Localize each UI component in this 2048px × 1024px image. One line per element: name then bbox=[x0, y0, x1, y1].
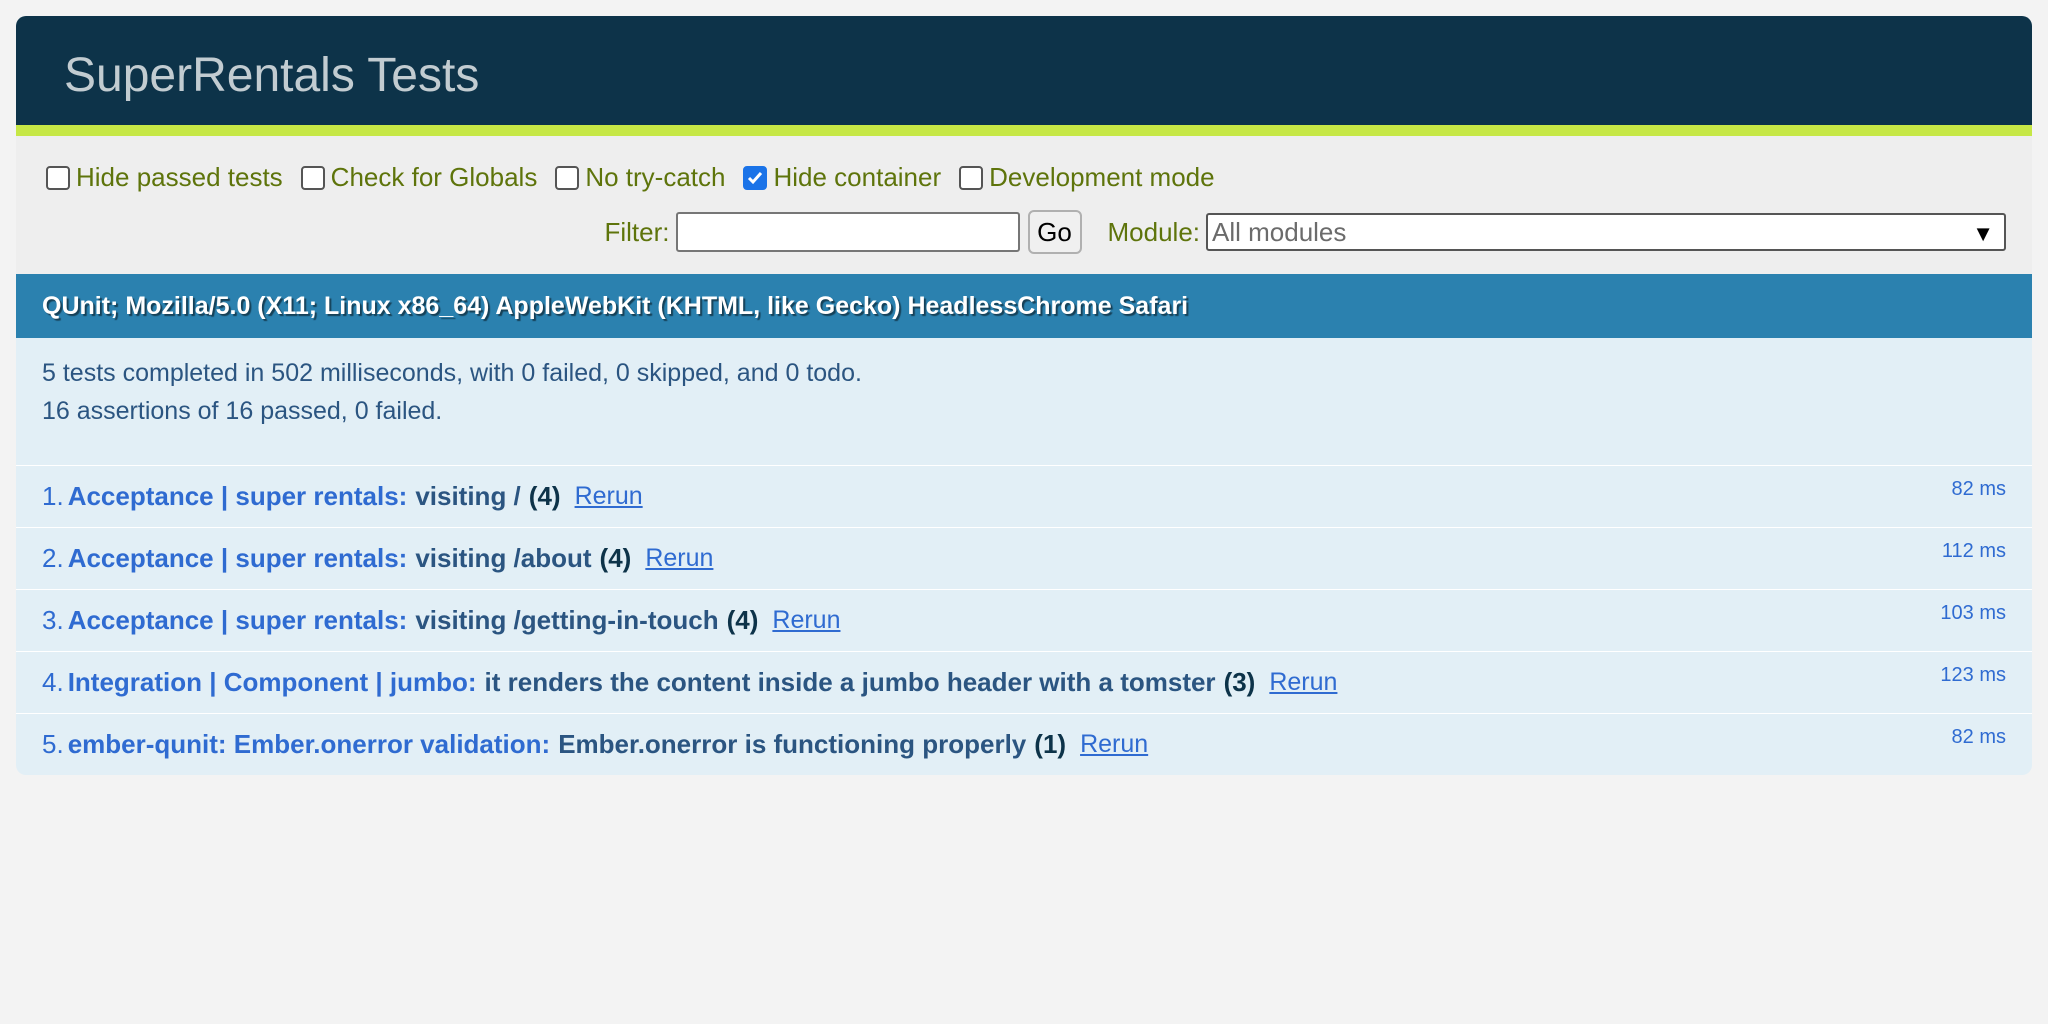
filter-input[interactable] bbox=[675, 212, 1020, 252]
test-assertion-count: (4) bbox=[726, 605, 759, 635]
option-hide-passed[interactable]: Hide passed tests bbox=[46, 162, 283, 193]
module-select[interactable]: All modules ▼ bbox=[1206, 213, 2006, 251]
test-summary: 5 tests completed in 502 milliseconds, w… bbox=[16, 338, 2032, 466]
test-row[interactable]: 3. Acceptance | super rentals: visiting … bbox=[16, 590, 2032, 652]
test-results-list: 1. Acceptance | super rentals: visiting … bbox=[16, 466, 2032, 775]
dropdown-arrow-icon: ▼ bbox=[1972, 221, 1994, 246]
filter-row: Filter: Go Module: All modules ▼ bbox=[604, 210, 2006, 254]
test-name[interactable]: visiting /getting-in-touch bbox=[415, 605, 718, 636]
test-row[interactable]: 1. Acceptance | super rentals: visiting … bbox=[16, 466, 2032, 528]
test-runtime: 82 ms bbox=[1951, 726, 2006, 748]
rerun-link[interactable]: Rerun bbox=[772, 606, 840, 635]
test-name[interactable]: visiting / bbox=[415, 481, 520, 512]
test-name[interactable]: Ember.onerror is functioning properly bbox=[558, 729, 1026, 760]
test-number: 5. bbox=[42, 729, 64, 759]
test-name[interactable]: it renders the content inside a jumbo he… bbox=[485, 667, 1216, 698]
test-runtime: 82 ms bbox=[1951, 478, 2006, 500]
test-assertion-count: (4) bbox=[599, 543, 632, 573]
rerun-link[interactable]: Rerun bbox=[645, 544, 713, 573]
go-button[interactable]: Go bbox=[1027, 210, 1082, 254]
test-module[interactable]: Acceptance | super rentals: bbox=[68, 543, 408, 574]
option-label: No try-catch bbox=[585, 162, 726, 192]
test-number: 3. bbox=[42, 605, 64, 635]
hide-container-checkbox[interactable] bbox=[743, 165, 768, 190]
test-module[interactable]: ember-qunit: Ember.onerror validation: bbox=[68, 729, 551, 760]
option-label: Development mode bbox=[989, 162, 1215, 192]
option-label: Hide container bbox=[773, 162, 942, 192]
development-mode-checkbox[interactable] bbox=[959, 165, 984, 190]
rerun-link[interactable]: Rerun bbox=[1080, 730, 1148, 759]
rerun-link[interactable]: Rerun bbox=[1269, 668, 1337, 697]
test-row[interactable]: 5. ember-qunit: Ember.onerror validation… bbox=[16, 714, 2032, 775]
option-label: Hide passed tests bbox=[76, 162, 283, 192]
test-number: 4. bbox=[42, 667, 64, 697]
test-assertion-count: (1) bbox=[1034, 729, 1067, 759]
option-no-try-catch[interactable]: No try-catch bbox=[555, 162, 725, 193]
rerun-link[interactable]: Rerun bbox=[575, 482, 643, 511]
test-runtime: 123 ms bbox=[1940, 664, 2006, 686]
test-number: 1. bbox=[42, 481, 64, 511]
qunit-header: SuperRentals Tests bbox=[16, 16, 2032, 136]
user-agent-banner: QUnit; Mozilla/5.0 (X11; Linux x86_64) A… bbox=[16, 274, 2032, 338]
check-globals-checkbox[interactable] bbox=[300, 165, 325, 190]
option-development-mode[interactable]: Development mode bbox=[959, 162, 1215, 193]
test-number: 2. bbox=[42, 543, 64, 573]
option-label: Check for Globals bbox=[330, 162, 538, 192]
test-row[interactable]: 4. Integration | Component | jumbo: it r… bbox=[16, 652, 2032, 714]
config-options: Hide passed tests Check for Globals No t… bbox=[46, 162, 1233, 193]
hide-passed-checkbox[interactable] bbox=[46, 165, 70, 190]
filter-label: Filter: bbox=[604, 216, 670, 247]
summary-assertions-line: 16 assertions of 16 passed, 0 failed. bbox=[42, 397, 443, 425]
qunit-toolbar: Hide passed tests Check for Globals No t… bbox=[16, 136, 2032, 274]
no-try-catch-checkbox[interactable] bbox=[555, 165, 580, 190]
test-assertion-count: (3) bbox=[1223, 667, 1256, 697]
test-assertion-count: (4) bbox=[528, 481, 561, 511]
page-title[interactable]: SuperRentals Tests bbox=[64, 49, 479, 102]
option-hide-container[interactable]: Hide container bbox=[743, 162, 941, 193]
test-name[interactable]: visiting /about bbox=[415, 543, 591, 574]
test-row[interactable]: 2. Acceptance | super rentals: visiting … bbox=[16, 528, 2032, 590]
test-runtime: 103 ms bbox=[1940, 602, 2006, 624]
test-runtime: 112 ms bbox=[1941, 540, 2006, 562]
test-module[interactable]: Integration | Component | jumbo: bbox=[68, 667, 477, 698]
test-module[interactable]: Acceptance | super rentals: bbox=[68, 481, 408, 512]
module-select-value: All modules bbox=[1212, 216, 1347, 247]
test-module[interactable]: Acceptance | super rentals: bbox=[68, 605, 408, 636]
qunit-container: SuperRentals Tests Hide passed tests Che… bbox=[16, 16, 2032, 775]
module-label: Module: bbox=[1107, 216, 1201, 247]
option-check-globals[interactable]: Check for Globals bbox=[300, 162, 538, 193]
summary-tests-line: 5 tests completed in 502 milliseconds, w… bbox=[42, 359, 862, 387]
